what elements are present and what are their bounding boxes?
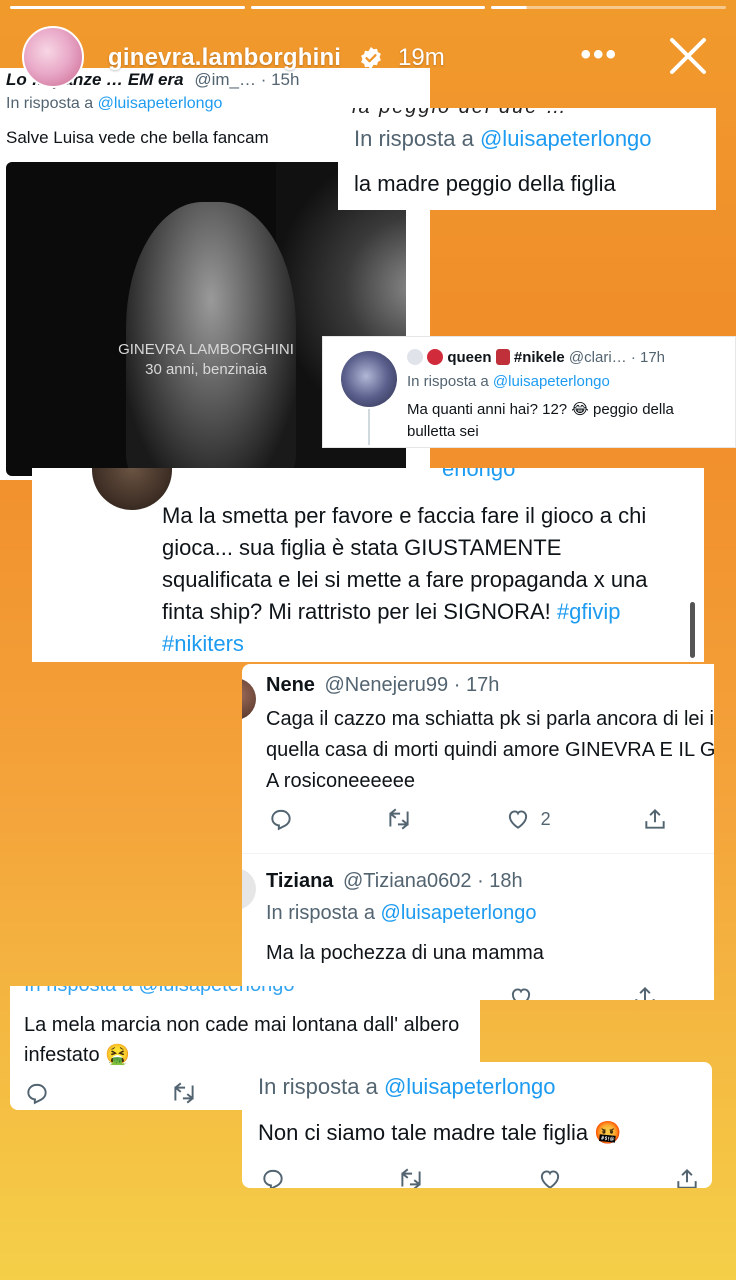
- reply-icon[interactable]: [260, 1166, 286, 1188]
- tweet-text: La mela marcia non cade mai lontana dall…: [24, 1014, 460, 1066]
- video-caption-sub: 30 anni, benzinaia: [145, 361, 267, 378]
- reply-prefix: In risposta a: [6, 95, 94, 112]
- tweet-actions-cropped: [508, 984, 658, 1000]
- video-caption-name: GINEVRA LAMBORGHINI: [118, 341, 294, 358]
- thread-line: [368, 409, 370, 445]
- reply-button[interactable]: [268, 806, 294, 832]
- story-username[interactable]: ginevra.lamborghini: [108, 44, 341, 72]
- tweet-text: Ma la smetta per favore e faccia fare il…: [162, 500, 672, 660]
- heart-icon[interactable]: [537, 1166, 563, 1188]
- reply-icon: [271, 809, 291, 831]
- tweet-card-madre-peggio: la peggio dei due … In risposta a @luisa…: [338, 108, 716, 210]
- progress-segment: [250, 6, 486, 9]
- like-count: 2: [540, 808, 551, 829]
- reply-prefix: In risposta a: [258, 1074, 378, 1099]
- reply-prefix: In risposta a: [407, 373, 489, 390]
- tweet-actions: [260, 1166, 700, 1188]
- tweet-card-nene: Nene @Nenejeru99 · 17h Caga il cazzo ma …: [242, 664, 714, 854]
- tweet-author-name[interactable]: Tiziana: [266, 870, 333, 892]
- cropped-reply-fragment: In risposta a @luisapeterlongo: [24, 986, 294, 997]
- reply-prefix: In risposta a: [266, 902, 375, 924]
- verified-badge-icon: [361, 47, 381, 69]
- tweet-author-row: Tiziana @Tiziana0602 · 18h: [266, 870, 523, 893]
- reply-to-line: In risposta a @luisapeterlongo: [407, 373, 610, 390]
- tweet-text: la madre peggio della figlia: [354, 171, 616, 196]
- story-time: 19m: [398, 44, 445, 71]
- profile-avatar[interactable]: [22, 26, 84, 88]
- reply-to-link[interactable]: @luisapeterlongo: [493, 373, 610, 390]
- tweet-handle-time: @clari… · 17h: [568, 349, 666, 366]
- story-header: ginevra.lamborghini 19m •••: [22, 26, 722, 90]
- retweet-icon: [389, 808, 409, 830]
- reply-to-link[interactable]: @luisapeterlongo: [98, 95, 223, 112]
- author-avatar[interactable]: [341, 351, 397, 407]
- retweet-icon[interactable]: [170, 1080, 198, 1106]
- cropped-fragment: la peggio dei due …: [352, 108, 568, 119]
- share-icon[interactable]: [674, 1166, 700, 1188]
- tweet-text: Non ci siamo tale madre tale figlia 🤬: [258, 1120, 622, 1145]
- tweet-text: Salve Luisa vede che bella fancam: [6, 128, 269, 147]
- tweet-author-row: Nene @Nenejeru99 · 17h: [266, 674, 499, 697]
- author-avatar[interactable]: [92, 468, 172, 510]
- reply-to-link[interactable]: @luisapeterlongo: [480, 126, 652, 151]
- video-caption: GINEVRA LAMBORGHINI 30 anni, benzinaia: [96, 340, 316, 380]
- progress-segment-current: [491, 6, 727, 9]
- tweet-handle-time: @Nenejeru99 · 17h: [324, 674, 500, 696]
- reply-icon[interactable]: [24, 1080, 50, 1106]
- reply-to-link[interactable]: @luisapeterlongo: [384, 1074, 556, 1099]
- retweet-button[interactable]: [385, 806, 413, 832]
- share-icon: [645, 808, 665, 829]
- reply-to-line: In risposta a @luisapeterlongo: [354, 126, 652, 152]
- more-options-button[interactable]: •••: [580, 38, 618, 72]
- heart-icon[interactable]: [508, 984, 534, 1000]
- scrollbar[interactable]: [690, 602, 695, 658]
- tweet-text: Ma quanti anni hai? 12? 😂 peggio della b…: [407, 401, 674, 440]
- cropped-reply-fragment: erlongo: [442, 468, 516, 481]
- reply-to-line: In risposta a @luisapeterlongo: [258, 1074, 556, 1100]
- reply-prefix: In risposta a: [354, 126, 474, 151]
- share-button[interactable]: [642, 806, 668, 832]
- tweet-author-tag[interactable]: #nikele: [514, 349, 565, 366]
- tweet-author-name[interactable]: queen: [447, 349, 491, 366]
- reply-to-line: In risposta a @luisapeterlongo: [266, 902, 536, 925]
- tweet-author-row: queen #nikele @clari… · 17h: [407, 349, 665, 366]
- progress-segment: [10, 6, 245, 9]
- tweet-actions: 2: [268, 806, 668, 832]
- ring-emoji-icon: [407, 349, 423, 365]
- tweet-author-name[interactable]: Nene: [266, 674, 315, 696]
- like-button[interactable]: 2: [505, 806, 551, 832]
- tweet-card-tiziana: Tiziana @Tiziana0602 · 18h In risposta a…: [242, 854, 714, 1000]
- share-icon[interactable]: [632, 984, 658, 1000]
- story-progress: [10, 6, 727, 9]
- tweet-card-smetta: erlongo Ma la smetta per favore e faccia…: [32, 468, 704, 662]
- video-person: [126, 202, 296, 476]
- author-avatar[interactable]: [242, 678, 256, 720]
- close-icon[interactable]: [666, 34, 710, 78]
- retweet-icon[interactable]: [397, 1166, 425, 1188]
- tweet-card-queen: queen #nikele @clari… · 17h In risposta …: [322, 336, 736, 448]
- lipstick-emoji-icon: [495, 349, 510, 365]
- reply-to-line: In risposta a @luisapeterlongo: [6, 95, 222, 113]
- rose-emoji-icon: [427, 349, 444, 365]
- heart-icon: [508, 810, 527, 829]
- tweet-handle-time: @Tiziana0602 · 18h: [343, 870, 523, 892]
- tweet-text: Caga il cazzo ma schiatta pk si parla an…: [266, 708, 714, 792]
- tweet-text: Ma la pochezza di una mamma: [266, 942, 544, 964]
- author-avatar[interactable]: [242, 868, 256, 910]
- tweet-card-tale-madre: In risposta a @luisapeterlongo Non ci si…: [242, 1062, 712, 1188]
- reply-to-link[interactable]: @luisapeterlongo: [381, 902, 537, 924]
